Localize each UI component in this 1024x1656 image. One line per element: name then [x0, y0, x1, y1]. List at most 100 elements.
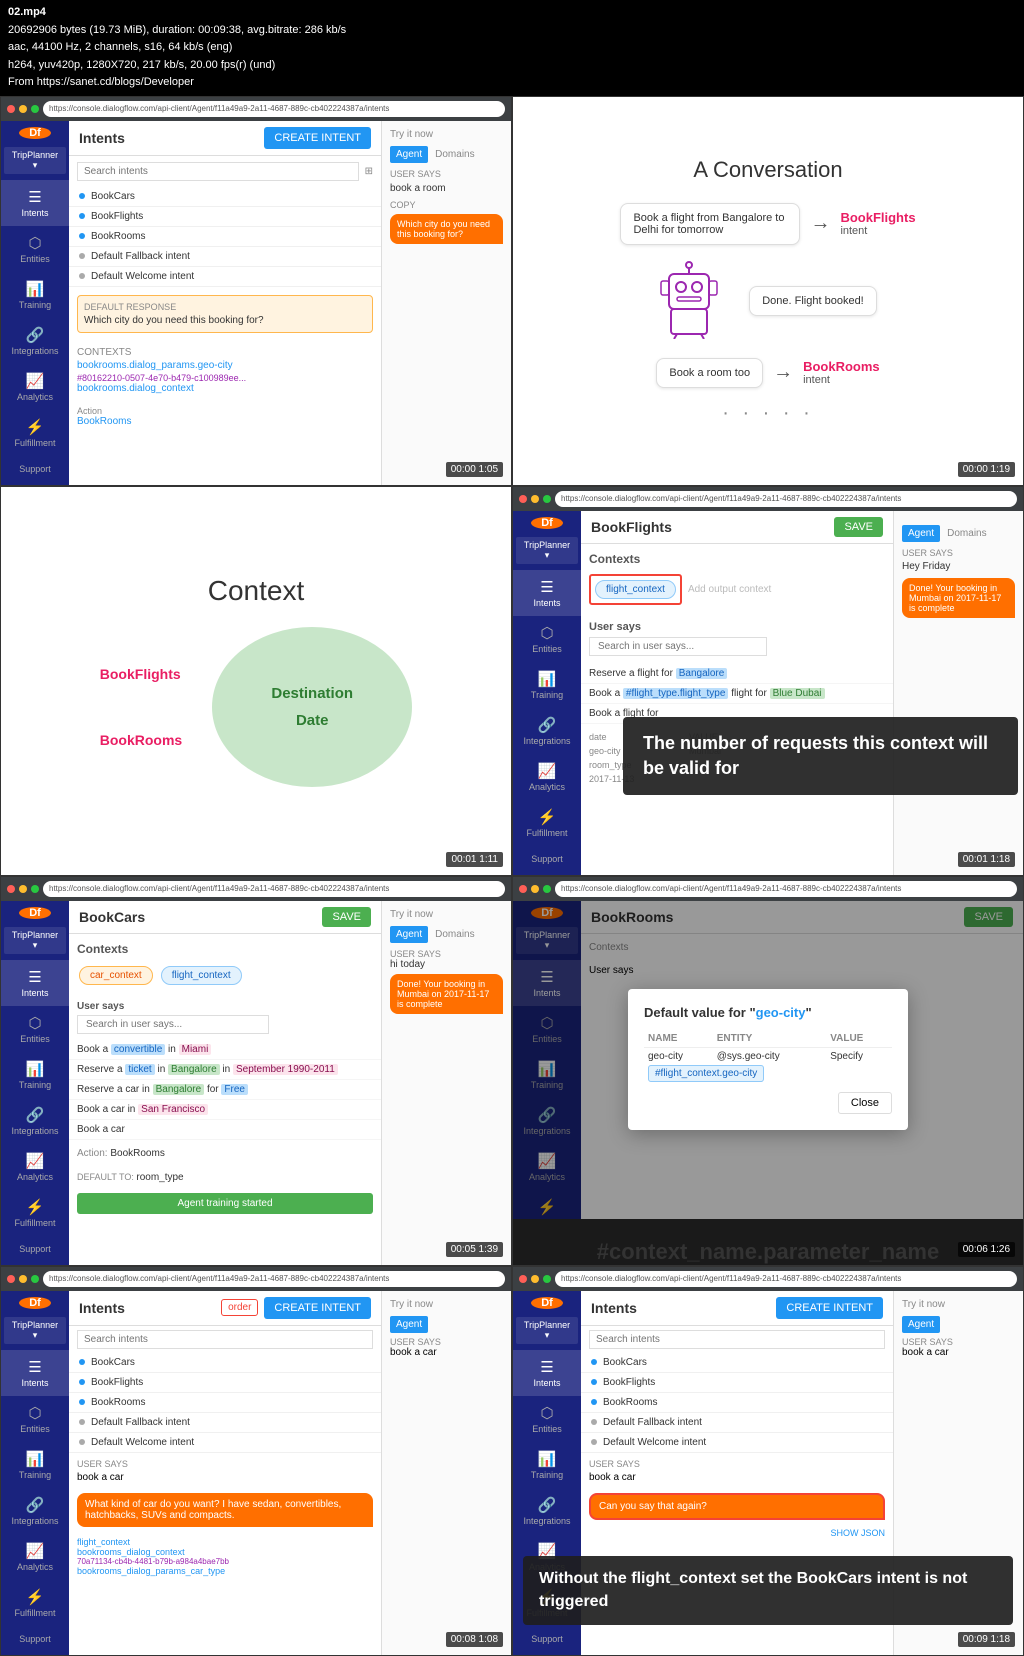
- nav-integrations-7[interactable]: 🔗Integrations: [1, 1488, 69, 1534]
- flight-ctx-chip-5[interactable]: flight_context: [161, 966, 242, 985]
- nav-entities-1[interactable]: ⬡ Entities: [1, 226, 69, 272]
- intent-bookflights-8[interactable]: BookFlights: [581, 1373, 893, 1393]
- nav-entities-4[interactable]: ⬡ Entities: [513, 616, 581, 662]
- agent-tab-1[interactable]: Agent: [390, 146, 428, 163]
- search-input-7[interactable]: [77, 1330, 373, 1349]
- chrome-close-7[interactable]: [7, 1275, 15, 1283]
- domains-tab-1[interactable]: Domains: [432, 146, 477, 163]
- intent-welcome-8[interactable]: Default Welcome intent: [581, 1433, 893, 1453]
- chrome-close-4[interactable]: [519, 495, 527, 503]
- nav-fulfillment-5[interactable]: ⚡ Fulfillment: [1, 1190, 69, 1236]
- save-btn-5[interactable]: SAVE: [322, 907, 371, 927]
- modal-close-btn-6[interactable]: Close: [838, 1092, 892, 1114]
- agent-selector-5[interactable]: TripPlanner ▾: [4, 927, 65, 954]
- intent-bookrooms-7[interactable]: BookRooms: [69, 1393, 381, 1413]
- nav-analytics-4[interactable]: 📈 Analytics: [513, 754, 581, 800]
- chrome-close-6[interactable]: [519, 885, 527, 893]
- intent-bookrooms-1[interactable]: BookRooms: [69, 227, 381, 247]
- nav-support-5[interactable]: Support: [15, 1236, 56, 1262]
- intent-welcome-7[interactable]: Default Welcome intent: [69, 1433, 381, 1453]
- intent-fallback-7[interactable]: Default Fallback intent: [69, 1413, 381, 1433]
- chrome-close-5[interactable]: [7, 885, 15, 893]
- user-says-search-5[interactable]: [77, 1015, 269, 1034]
- intent-welcome-1[interactable]: Default Welcome intent: [69, 267, 381, 287]
- nav-support-1[interactable]: Support: [15, 456, 56, 482]
- car-ctx-chip-5[interactable]: car_context: [79, 966, 153, 985]
- nav-account-4[interactable]: Account: [527, 872, 568, 875]
- intent-bookflights-1[interactable]: BookFlights: [69, 207, 381, 227]
- create-intent-btn-1[interactable]: CREATE INTENT: [264, 127, 371, 149]
- nav-account-7[interactable]: Account: [15, 1652, 56, 1655]
- nav-integrations-1[interactable]: 🔗 Integrations: [1, 318, 69, 364]
- search-input-8[interactable]: [589, 1330, 885, 1349]
- agent-selector-4[interactable]: TripPlanner ▾: [516, 537, 577, 564]
- output-ctx-placeholder-4[interactable]: Add output context: [688, 584, 771, 595]
- nav-intents-8[interactable]: ☰ Intents: [513, 1350, 581, 1396]
- intent-bookrooms-8[interactable]: BookRooms: [581, 1393, 893, 1413]
- agent-tab-7[interactable]: Agent: [390, 1316, 428, 1333]
- nav-account-1[interactable]: Account: [15, 482, 56, 485]
- user-says-search-4[interactable]: [589, 637, 767, 656]
- nav-entities-8[interactable]: ⬡Entities: [513, 1396, 581, 1442]
- nav-training-8[interactable]: 📊Training: [513, 1442, 581, 1488]
- nav-support-8[interactable]: Support: [527, 1626, 568, 1652]
- domains-tab-5[interactable]: Domains: [432, 926, 477, 943]
- nav-account-8[interactable]: Account: [527, 1652, 568, 1655]
- chrome-min-8[interactable]: [531, 1275, 539, 1283]
- nav-fulfillment-4[interactable]: ⚡ Fulfillment: [513, 800, 581, 846]
- intent-bookcars-7[interactable]: BookCars: [69, 1353, 381, 1373]
- nav-intents-5[interactable]: ☰ Intents: [1, 960, 69, 1006]
- agent-selector-8[interactable]: TripPlanner ▾: [516, 1317, 577, 1344]
- chrome-close[interactable]: [7, 105, 15, 113]
- create-intent-btn-7[interactable]: CREATE INTENT: [264, 1297, 371, 1319]
- chrome-min-5[interactable]: [19, 885, 27, 893]
- agent-selector-7[interactable]: TripPlanner ▾: [4, 1317, 65, 1344]
- chrome-max-4[interactable]: [543, 495, 551, 503]
- agent-tab-4[interactable]: Agent: [902, 525, 940, 542]
- nav-intents-4[interactable]: ☰ Intents: [513, 570, 581, 616]
- nav-intents-7[interactable]: ☰ Intents: [1, 1350, 69, 1396]
- nav-support-4[interactable]: Support: [527, 846, 568, 872]
- modal-chip-6[interactable]: #flight_context.geo-city: [648, 1065, 764, 1082]
- nav-analytics-1[interactable]: 📈 Analytics: [1, 364, 69, 410]
- show-json-8[interactable]: SHOW JSON: [581, 1524, 893, 1542]
- nav-account-5[interactable]: Account: [15, 1262, 56, 1265]
- nav-training-5[interactable]: 📊 Training: [1, 1052, 69, 1098]
- nav-training-1[interactable]: 📊 Training: [1, 272, 69, 318]
- nav-analytics-5[interactable]: 📈 Analytics: [1, 1144, 69, 1190]
- intent-bookcars-8[interactable]: BookCars: [581, 1353, 893, 1373]
- flight-ctx-chip-4[interactable]: flight_context: [595, 580, 676, 599]
- nav-fulfillment-1[interactable]: ⚡ Fulfillment: [1, 410, 69, 456]
- chrome-max-5[interactable]: [31, 885, 39, 893]
- chrome-max[interactable]: [31, 105, 39, 113]
- agent-tab-5[interactable]: Agent: [390, 926, 428, 943]
- intent-fallback-1[interactable]: Default Fallback intent: [69, 247, 381, 267]
- chrome-close-8[interactable]: [519, 1275, 527, 1283]
- save-btn-4[interactable]: SAVE: [834, 517, 883, 537]
- chrome-min-6[interactable]: [531, 885, 539, 893]
- nav-fulfillment-7[interactable]: ⚡Fulfillment: [1, 1580, 69, 1626]
- nav-entities-5[interactable]: ⬡ Entities: [1, 1006, 69, 1052]
- chrome-min-4[interactable]: [531, 495, 539, 503]
- nav-integrations-8[interactable]: 🔗Integrations: [513, 1488, 581, 1534]
- nav-integrations-5[interactable]: 🔗 Integrations: [1, 1098, 69, 1144]
- nav-support-7[interactable]: Support: [15, 1626, 56, 1652]
- chrome-min[interactable]: [19, 105, 27, 113]
- nav-integrations-4[interactable]: 🔗 Integrations: [513, 708, 581, 754]
- chrome-min-7[interactable]: [19, 1275, 27, 1283]
- nav-intents-1[interactable]: ☰ Intents: [1, 180, 69, 226]
- order-chip-7[interactable]: order: [221, 1299, 258, 1316]
- search-input-1[interactable]: [77, 162, 359, 181]
- nav-entities-7[interactable]: ⬡Entities: [1, 1396, 69, 1442]
- chrome-max-7[interactable]: [31, 1275, 39, 1283]
- chrome-max-6[interactable]: [543, 885, 551, 893]
- agent-selector-1[interactable]: TripPlanner ▾: [4, 147, 65, 174]
- create-intent-btn-8[interactable]: CREATE INTENT: [776, 1297, 883, 1319]
- intent-bookcars-1[interactable]: BookCars: [69, 187, 381, 207]
- domains-tab-4[interactable]: Domains: [944, 525, 989, 542]
- agent-tab-8[interactable]: Agent: [902, 1316, 940, 1333]
- nav-training-4[interactable]: 📊 Training: [513, 662, 581, 708]
- intent-fallback-8[interactable]: Default Fallback intent: [581, 1413, 893, 1433]
- nav-training-7[interactable]: 📊Training: [1, 1442, 69, 1488]
- intent-bookflights-7[interactable]: BookFlights: [69, 1373, 381, 1393]
